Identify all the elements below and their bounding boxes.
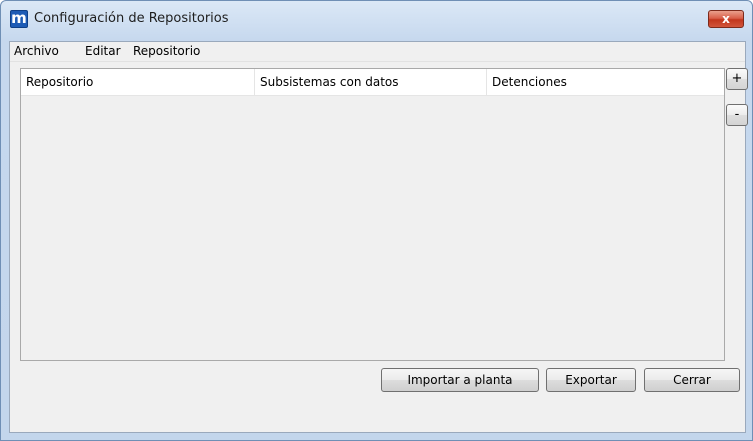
menu-archivo[interactable]: Archivo [14, 44, 59, 58]
menu-editar[interactable]: Editar [85, 44, 121, 58]
remove-repository-button[interactable]: - [726, 104, 748, 126]
title-bar[interactable]: m Configuración de Repositorios x [1, 1, 752, 41]
export-button[interactable]: Exportar [546, 368, 636, 392]
close-window-button[interactable]: x [708, 10, 744, 28]
repositories-table[interactable]: Repositorio Subsistemas con datos Detenc… [20, 68, 725, 361]
app-logo-icon: m [10, 9, 28, 28]
dialog-client-area: Archivo Editar Repositorio Repositorio S… [9, 41, 748, 433]
window-title: Configuración de Repositorios [34, 11, 229, 26]
column-header-subsistemas[interactable]: Subsistemas con datos [255, 69, 487, 96]
import-to-plant-button[interactable]: Importar a planta [381, 368, 539, 392]
close-button[interactable]: Cerrar [644, 368, 740, 392]
table-body[interactable] [21, 97, 724, 360]
dialog-window: m Configuración de Repositorios x Archiv… [0, 0, 753, 441]
table-header: Repositorio Subsistemas con datos Detenc… [21, 69, 724, 96]
menu-bar: Archivo Editar Repositorio [10, 42, 745, 62]
column-header-repositorio[interactable]: Repositorio [21, 69, 255, 96]
add-repository-button[interactable]: + [726, 68, 748, 90]
menu-repositorio[interactable]: Repositorio [133, 44, 200, 58]
column-header-detenciones[interactable]: Detenciones [487, 69, 724, 96]
